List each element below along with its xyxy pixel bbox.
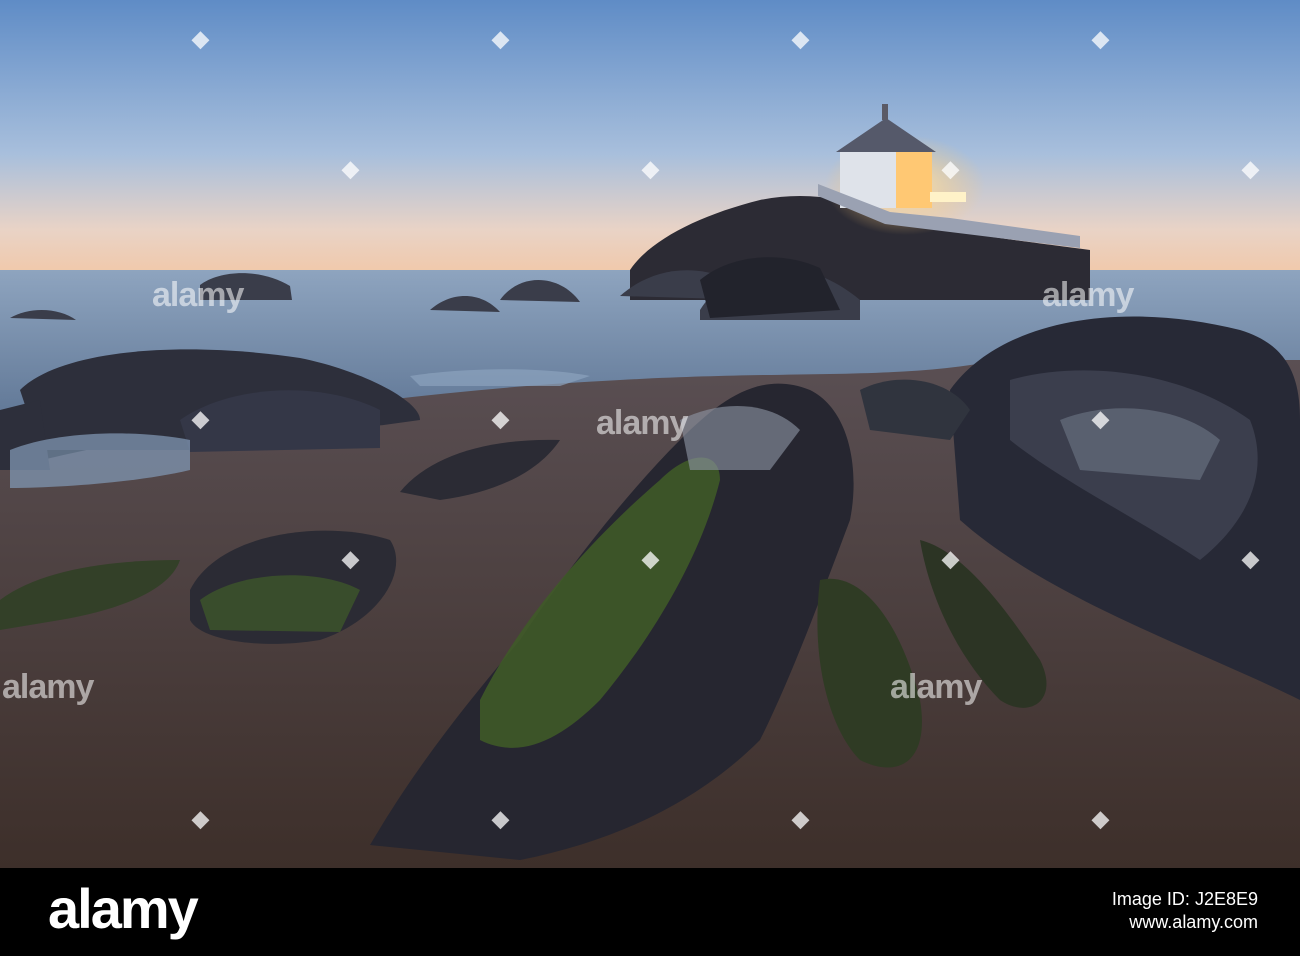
watermark-stamp-icon: ◆ bbox=[342, 546, 359, 571]
stock-photo-page: alamy alamy alamy alamy alamy ◆ ◆ ◆ ◆ ◆ … bbox=[0, 0, 1300, 956]
watermark-stamp-icon: ◆ bbox=[1092, 806, 1109, 831]
alamy-logo: alamy bbox=[48, 877, 199, 940]
watermark-stamp-icon: ◆ bbox=[942, 546, 959, 571]
watermark-stamp-icon: ◆ bbox=[192, 806, 209, 831]
watermark-stamp-icon: ◆ bbox=[192, 406, 209, 431]
watermark-stamp-icon: ◆ bbox=[492, 806, 509, 831]
watermark-stamp-icon: ◆ bbox=[492, 406, 509, 431]
image-id-label: Image ID: bbox=[1111, 889, 1190, 909]
watermark-stamp-icon: ◆ bbox=[942, 156, 959, 181]
watermark-stamp-icon: ◆ bbox=[1242, 156, 1259, 181]
watermark-stamp-icon: ◆ bbox=[1092, 26, 1109, 51]
image-id-line: Image ID: J2E8E9 bbox=[1112, 888, 1258, 911]
watermark-stamp-icon: ◆ bbox=[1092, 406, 1109, 431]
watermark-stamp-icon: ◆ bbox=[192, 26, 209, 51]
watermark-stamp-icon: ◆ bbox=[642, 546, 659, 571]
image-id-value: J2E8E9 bbox=[1194, 889, 1258, 909]
watermark-stamp-icon: ◆ bbox=[642, 156, 659, 181]
watermark-stamp-icon: ◆ bbox=[492, 26, 509, 51]
watermark-stamp-icon: ◆ bbox=[1242, 546, 1259, 571]
watermark-stamp-icon: ◆ bbox=[792, 26, 809, 51]
image-id-block: Image ID: J2E8E9 www.alamy.com bbox=[1112, 888, 1258, 935]
coastal-chapel-photo: alamy alamy alamy alamy alamy ◆ ◆ ◆ ◆ ◆ … bbox=[0, 0, 1300, 868]
stock-footer-bar: alamy Image ID: J2E8E9 www.alamy.com bbox=[0, 868, 1300, 956]
site-url: www.alamy.com bbox=[1129, 912, 1258, 933]
watermark-stamp-icon: ◆ bbox=[342, 156, 359, 181]
watermark-stamp-icon: ◆ bbox=[792, 806, 809, 831]
